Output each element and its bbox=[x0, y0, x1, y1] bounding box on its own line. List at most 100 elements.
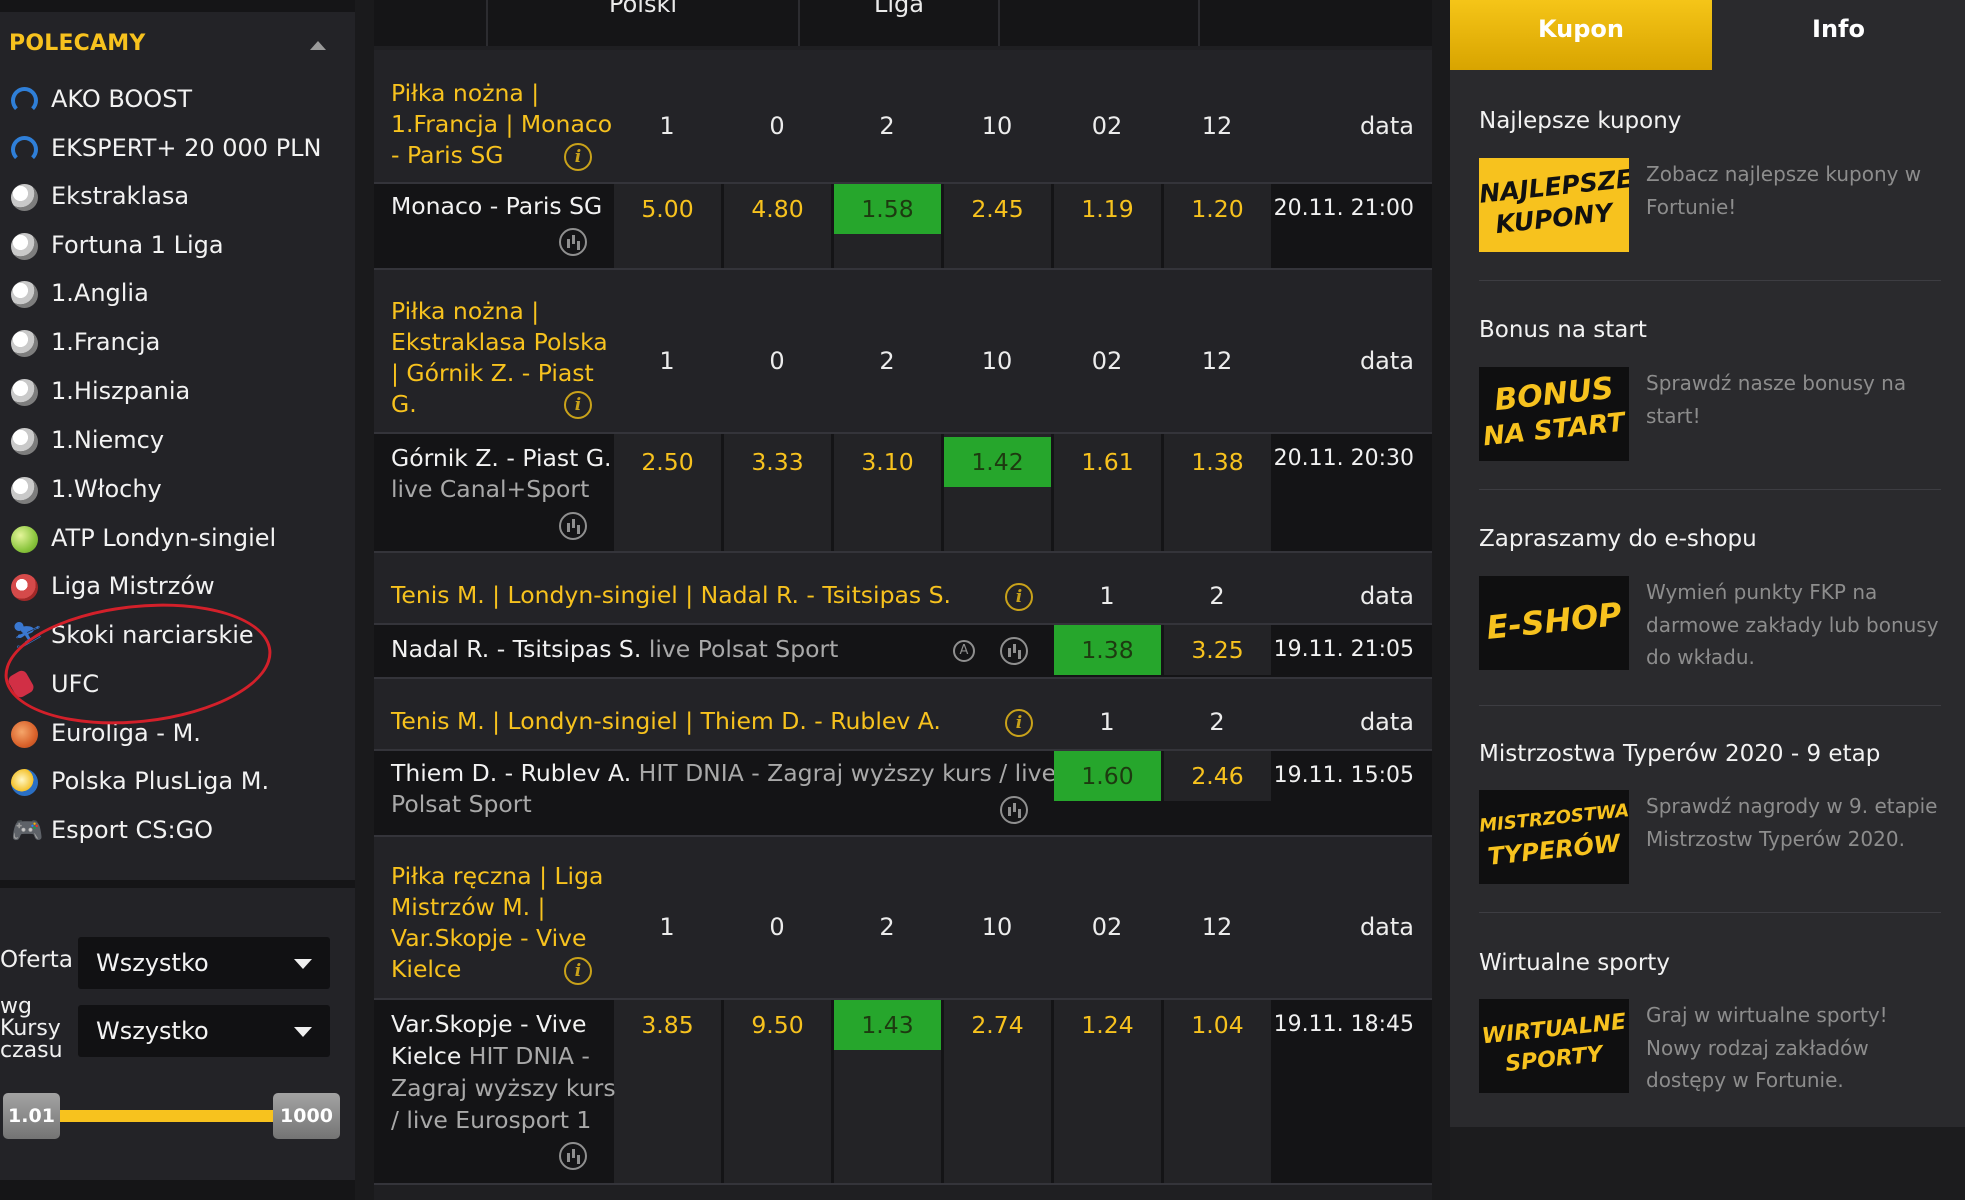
odd-2-favorite[interactable]: 1.43 bbox=[834, 1000, 941, 1050]
odd-0[interactable]: 3.33 bbox=[724, 437, 831, 487]
league-title-line[interactable]: Ekstraklasa Polska bbox=[391, 327, 608, 358]
odd-10[interactable]: 2.74 bbox=[944, 1000, 1051, 1050]
odd-0[interactable]: 9.50 bbox=[724, 1000, 831, 1050]
promo-title[interactable]: Wirtualne sporty bbox=[1479, 950, 1670, 976]
promo-image-e-shop[interactable]: E-SHOP bbox=[1479, 576, 1629, 670]
info-icon[interactable]: i bbox=[564, 391, 592, 419]
odd-12[interactable]: 1.04 bbox=[1164, 1000, 1271, 1050]
league-title-line[interactable]: Kielce bbox=[391, 954, 461, 985]
league-title-line[interactable]: - Paris SG bbox=[391, 140, 504, 171]
odd-2[interactable]: 3.10 bbox=[834, 437, 941, 487]
promo-image-bonus-na-start[interactable]: BONUS NA START bbox=[1479, 367, 1629, 461]
recommended-panel: POLECAMY AKO BOOST EKSPERT+ 20 000 PLN E… bbox=[0, 12, 355, 880]
kursy-select[interactable]: Wszystko bbox=[78, 1005, 330, 1057]
info-icon[interactable]: i bbox=[1005, 583, 1033, 611]
col-head-10: 10 bbox=[981, 347, 1013, 375]
odds-max-handle[interactable]: 1000 bbox=[273, 1093, 340, 1139]
tab-info[interactable]: Info bbox=[1712, 0, 1965, 70]
odd-12[interactable]: 1.20 bbox=[1164, 184, 1271, 234]
league-title-line[interactable]: Var.Skopje - Vive bbox=[391, 923, 586, 954]
odd-1[interactable]: 5.00 bbox=[614, 184, 721, 234]
odd-02[interactable]: 1.24 bbox=[1054, 1000, 1161, 1050]
col-head-12: 12 bbox=[1201, 347, 1233, 375]
match-name[interactable]: Monaco - Paris SG bbox=[391, 191, 602, 223]
odd-12[interactable]: 1.38 bbox=[1164, 437, 1271, 487]
statistics-icon[interactable] bbox=[559, 1142, 587, 1170]
tab-kupon[interactable]: Kupon bbox=[1450, 0, 1712, 70]
statistics-icon[interactable] bbox=[559, 512, 587, 540]
top-header-label: Polski bbox=[608, 0, 678, 18]
sidebar-item-anglia[interactable]: 1.Anglia bbox=[0, 270, 355, 318]
odd-1[interactable]: 2.50 bbox=[614, 437, 721, 487]
match-name[interactable]: Thiem D. - Rublev A. HIT DNIA - Zagraj w… bbox=[391, 758, 1056, 790]
odds-range-track[interactable] bbox=[60, 1110, 280, 1122]
odd-02[interactable]: 1.61 bbox=[1054, 437, 1161, 487]
league-title-line[interactable]: G. bbox=[391, 389, 417, 420]
sidebar-item-ekspert[interactable]: EKSPERT+ 20 000 PLN bbox=[0, 125, 355, 173]
sidebar-item-esport-csgo[interactable]: 🎮 Esport CS:GO bbox=[0, 807, 355, 855]
info-icon[interactable]: i bbox=[564, 957, 592, 985]
headset-icon bbox=[11, 136, 38, 163]
info-icon[interactable]: i bbox=[1005, 709, 1033, 737]
match-title[interactable]: Nadal R. - Tsitsipas S. bbox=[391, 635, 641, 663]
recommended-header: POLECAMY bbox=[9, 31, 146, 56]
odd-1-favorite[interactable]: 1.38 bbox=[1054, 625, 1161, 675]
match-name[interactable]: Nadal R. - Tsitsipas S. live Polsat Spor… bbox=[391, 634, 838, 666]
league-title-line[interactable]: Piłka nożna | bbox=[391, 296, 539, 327]
match-name[interactable]: Kielce HIT DNIA - bbox=[391, 1041, 590, 1073]
sidebar-item-francja[interactable]: 1.Francja bbox=[0, 319, 355, 367]
live-stream-icon[interactable]: A bbox=[953, 640, 975, 662]
col-head-0: 0 bbox=[769, 112, 785, 140]
promo-title[interactable]: Mistrzostwa Typerów 2020 - 9 etap bbox=[1479, 741, 1880, 767]
promo-image-najlepsze-kupony[interactable]: NAJLEPSZE KUPONY bbox=[1479, 158, 1629, 252]
league-title[interactable]: Tenis M. | Londyn-singiel | Nadal R. - T… bbox=[391, 580, 951, 611]
match-name[interactable]: Var.Skopje - Vive bbox=[391, 1009, 586, 1041]
league-title-line[interactable]: Piłka nożna | bbox=[391, 78, 539, 109]
soccer-ball-icon bbox=[11, 477, 38, 504]
odd-02[interactable]: 1.19 bbox=[1054, 184, 1161, 234]
sidebar-item-plusliga[interactable]: Polska PlusLiga M. bbox=[0, 758, 355, 806]
col-head-data: data bbox=[1359, 708, 1414, 736]
sidebar-item-atp-londyn[interactable]: ATP Londyn-singiel bbox=[0, 515, 355, 563]
odd-10[interactable]: 2.45 bbox=[944, 184, 1051, 234]
promo-image-mistrzostwa-typerow[interactable]: MISTRZOSTWA TYPERÓW bbox=[1479, 790, 1629, 884]
match-title[interactable]: Kielce bbox=[391, 1042, 461, 1070]
sidebar-item-label: Ekstraklasa bbox=[51, 182, 190, 210]
sidebar-item-niemcy[interactable]: 1.Niemcy bbox=[0, 417, 355, 465]
sidebar-item-wlochy[interactable]: 1.Włochy bbox=[0, 466, 355, 514]
odd-1-favorite[interactable]: 1.60 bbox=[1054, 751, 1161, 801]
right-panel: Kupon Info Najlepsze kupony NAJLEPSZE KU… bbox=[1450, 0, 1965, 1200]
league-title-line[interactable]: | Górnik Z. - Piast bbox=[391, 358, 594, 389]
sidebar-item-fortuna-1-liga[interactable]: Fortuna 1 Liga bbox=[0, 222, 355, 270]
oferta-select[interactable]: Wszystko bbox=[78, 937, 330, 989]
league-title[interactable]: Tenis M. | Londyn-singiel | Thiem D. - R… bbox=[391, 706, 941, 737]
odd-1[interactable]: 3.85 bbox=[614, 1000, 721, 1050]
sidebar-item-hiszpania[interactable]: 1.Hiszpania bbox=[0, 368, 355, 416]
odd-2-favorite[interactable]: 1.58 bbox=[834, 184, 941, 234]
match-name[interactable]: Górnik Z. - Piast G. bbox=[391, 443, 612, 475]
statistics-icon[interactable] bbox=[1000, 637, 1028, 665]
col-head-0: 0 bbox=[769, 913, 785, 941]
statistics-icon[interactable] bbox=[1000, 796, 1028, 824]
odds-min-handle[interactable]: 1.01 bbox=[3, 1093, 60, 1139]
odd-2[interactable]: 3.25 bbox=[1164, 625, 1271, 675]
info-icon[interactable]: i bbox=[564, 143, 592, 171]
promo-title[interactable]: Bonus na start bbox=[1479, 317, 1647, 343]
sidebar-item-ekstraklasa[interactable]: Ekstraklasa bbox=[0, 173, 355, 221]
sidebar-item-label: ATP Londyn-singiel bbox=[51, 524, 277, 552]
sidebar-item-ako-boost[interactable]: AKO BOOST bbox=[0, 76, 355, 124]
odd-2[interactable]: 2.46 bbox=[1164, 751, 1271, 801]
collapse-caret-icon[interactable] bbox=[310, 41, 326, 50]
match-title[interactable]: Thiem D. - Rublev A. bbox=[391, 759, 631, 787]
col-head-1: 1 bbox=[659, 112, 675, 140]
odd-10-favorite[interactable]: 1.42 bbox=[944, 437, 1051, 487]
league-title-line[interactable]: Piłka ręczna | Liga bbox=[391, 861, 603, 892]
league-title-line[interactable]: 1.Francja | Monaco bbox=[391, 109, 612, 140]
promo-image-text: E-SHOP bbox=[1484, 595, 1624, 647]
odd-0[interactable]: 4.80 bbox=[724, 184, 831, 234]
promo-title[interactable]: Najlepsze kupony bbox=[1479, 108, 1681, 134]
promo-title[interactable]: Zapraszamy do e-shopu bbox=[1479, 526, 1757, 552]
league-title-line[interactable]: Mistrzów M. | bbox=[391, 892, 545, 923]
statistics-icon[interactable] bbox=[559, 228, 587, 256]
promo-image-wirtualne-sporty[interactable]: WIRTUALNE SPORTY bbox=[1479, 999, 1629, 1093]
